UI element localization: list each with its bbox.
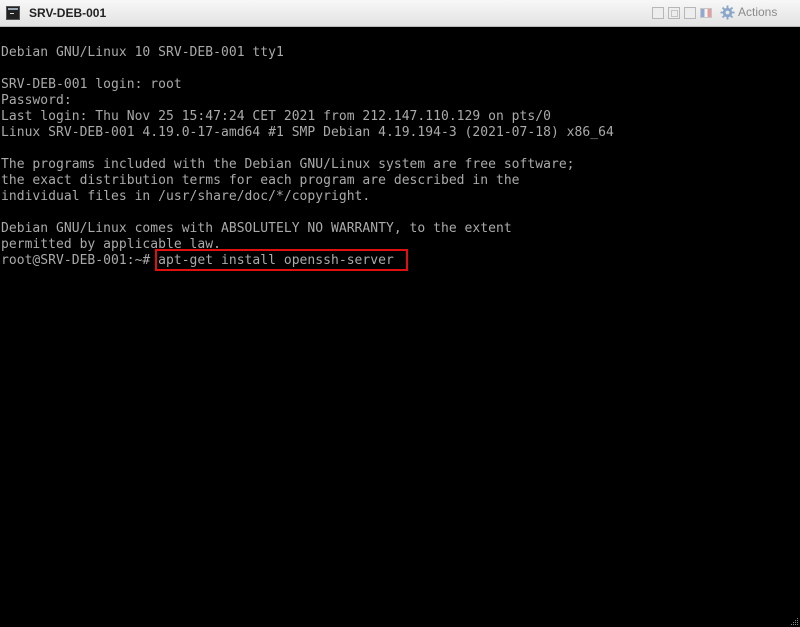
window-titlebar: SRV-DEB-001 Actions	[0, 0, 800, 27]
gear-icon	[720, 5, 735, 20]
shell-prompt-line: root@SRV-DEB-001:~# apt-get install open…	[1, 253, 394, 268]
terminal-screen[interactable]: Debian GNU/Linux 10 SRV-DEB-001 tty1 SRV…	[0, 27, 800, 627]
console-line: SRV-DEB-001 login: root	[1, 77, 182, 92]
keyboard-layout-flag-icon[interactable]	[700, 8, 712, 18]
console-line: Debian GNU/Linux 10 SRV-DEB-001 tty1	[1, 45, 284, 60]
actions-button[interactable]: Actions	[720, 5, 777, 20]
console-icon	[6, 6, 20, 20]
console-line: The programs included with the Debian GN…	[1, 157, 575, 172]
resize-grip-icon[interactable]	[789, 616, 799, 626]
console-line: Debian GNU/Linux comes with ABSOLUTELY N…	[1, 221, 512, 236]
send-ctrl-alt-del-icon[interactable]	[652, 7, 664, 19]
console-line: Password:	[1, 93, 72, 108]
vm-console-window: SRV-DEB-001 Actions Debian GNU/Linux 10 …	[0, 0, 800, 627]
window-icon[interactable]	[684, 7, 696, 19]
console-line: Last login: Thu Nov 25 15:47:24 CET 2021…	[1, 109, 551, 124]
console-line: permitted by applicable law.	[1, 237, 221, 252]
toolbar-icons	[652, 7, 712, 19]
actions-label: Actions	[738, 5, 778, 19]
fullscreen-icon[interactable]	[668, 7, 680, 19]
console-line: the exact distribution terms for each pr…	[1, 173, 520, 188]
console-line: Linux SRV-DEB-001 4.19.0-17-amd64 #1 SMP…	[1, 125, 614, 140]
window-title: SRV-DEB-001	[29, 6, 107, 20]
console-line: individual files in /usr/share/doc/*/cop…	[1, 189, 371, 204]
